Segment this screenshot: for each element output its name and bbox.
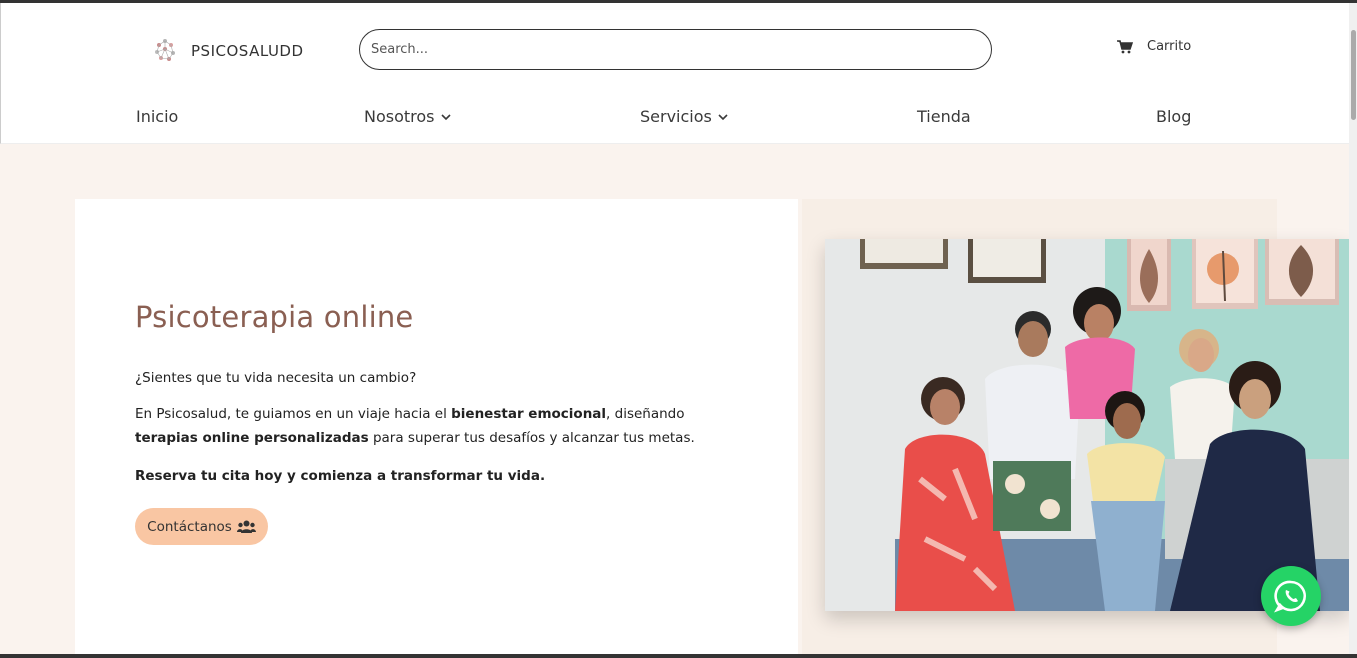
page-title: Psicoterapia online [135,300,414,334]
team-photo [825,239,1349,611]
nav-label: Tienda [917,107,971,126]
nav-label: Inicio [136,107,179,126]
nav-label: Nosotros [364,107,435,126]
shopping-cart-icon [1117,39,1133,53]
chevron-down-icon [718,113,728,120]
hero-cta-text: Reserva tu cita hoy y comienza a transfo… [135,468,546,484]
whatsapp-button[interactable] [1261,566,1321,626]
nav-item-inicio[interactable]: Inicio [136,107,178,126]
nav-label: Blog [1156,107,1192,126]
search-bar[interactable] [359,29,992,70]
nav-item-servicios[interactable]: Servicios [640,107,728,126]
nav-item-tienda[interactable]: Tienda [917,107,971,126]
intro-text: , diseñando [606,406,685,422]
contact-button[interactable]: Contáctanos [135,508,268,545]
whatsapp-icon [1274,580,1307,613]
nav-label: Servicios [640,107,712,126]
chevron-down-icon [440,113,451,120]
intro-bold-text: bienestar emocional [451,406,607,422]
brand-name: PSICOSALUDD [191,42,304,60]
nav-item-blog[interactable]: Blog [1156,107,1191,126]
intro-bold-text: terapias online personalizadas [135,430,369,446]
cart-label: Carrito [1147,39,1192,54]
contact-button-label: Contáctanos [147,518,232,535]
hero-question: ¿Sientes que tu vida necesita un cambio? [135,370,417,386]
scrollbar-thumb[interactable] [1351,30,1356,120]
main-nav: Inicio Nosotros Servicios Tienda Blog [1,107,1350,131]
intro-text: para superar tus desafíos y alcanzar tus… [368,430,695,446]
brand-logo[interactable]: PSICOSALUDD [149,33,304,69]
window-bottom-border [0,654,1357,658]
intro-text: En Psicosalud, te guiamos en un viaje ha… [135,406,452,422]
nav-item-nosotros[interactable]: Nosotros [364,107,451,126]
team-photo-illustration [825,239,1349,611]
cart-link[interactable]: Carrito [1117,39,1191,54]
brain-logo-icon [155,39,175,61]
site-header: PSICOSALUDD Carrito Inicio Nosotros Serv… [0,3,1349,144]
search-input[interactable] [371,42,991,57]
users-icon [236,520,256,533]
hero-intro: En Psicosalud, te guiamos en un viaje ha… [135,402,695,450]
